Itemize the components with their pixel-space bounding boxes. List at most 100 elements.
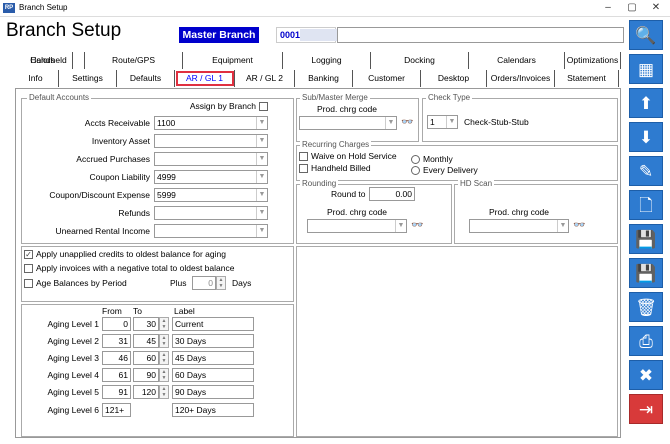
aging-from-input[interactable]: 61 bbox=[102, 368, 131, 382]
handheld-billed-checkbox[interactable] bbox=[299, 164, 308, 173]
tab-calendars[interactable]: Calendars bbox=[469, 52, 565, 69]
title-bar: RP Branch Setup – ▢ ✕ bbox=[0, 0, 670, 17]
tab-desktop[interactable]: Desktop bbox=[421, 70, 487, 87]
tab-orders-invoices[interactable]: Orders/Invoices bbox=[487, 70, 555, 87]
branch-name-field[interactable] bbox=[337, 27, 624, 43]
save-new-button[interactable]: 💾 bbox=[629, 224, 663, 254]
account-select[interactable]: 4999 ▼ bbox=[154, 170, 268, 184]
account-select[interactable]: 5999 ▼ bbox=[154, 188, 268, 202]
binoculars-icon[interactable]: 👓 bbox=[411, 219, 423, 233]
aging-to-spinner[interactable]: ▲ ▼ bbox=[159, 385, 169, 399]
arrow-down-button[interactable]: ⬇ bbox=[629, 122, 663, 152]
rounding-prod-select[interactable]: ▼ bbox=[307, 219, 407, 233]
aging-to-spinner[interactable]: ▲ ▼ bbox=[159, 317, 169, 331]
tab-ar-gl-1[interactable]: AR / GL 1 bbox=[175, 70, 235, 87]
arrow-up-button[interactable]: ⬆ bbox=[629, 88, 663, 118]
tab-colors[interactable]: Colors bbox=[13, 52, 73, 69]
plus-input[interactable]: 0 bbox=[192, 276, 216, 290]
tab-optimizations[interactable]: Optimizations bbox=[565, 52, 621, 69]
dropdown-arrow-icon[interactable]: ▼ bbox=[256, 189, 267, 201]
plus-spinner[interactable]: ▲ ▼ bbox=[216, 276, 226, 290]
account-select[interactable]: ▼ bbox=[154, 152, 268, 166]
tab-route-gps[interactable]: Route/GPS bbox=[85, 52, 183, 69]
dropdown-arrow-icon[interactable]: ▼ bbox=[256, 153, 267, 165]
pencil-icon: ✎ bbox=[638, 162, 654, 181]
aging-to-input[interactable]: 90 bbox=[133, 368, 159, 382]
window-title: Branch Setup bbox=[19, 3, 68, 12]
minimize-button[interactable]: – bbox=[596, 1, 620, 15]
hd-scan-prod-select[interactable]: ▼ bbox=[469, 219, 569, 233]
aging-to-input[interactable]: 30 bbox=[133, 317, 159, 331]
aging-from-input[interactable]: 46 bbox=[102, 351, 131, 365]
aging-to-spinner[interactable]: ▲ ▼ bbox=[159, 368, 169, 382]
account-select[interactable]: 1100 ▼ bbox=[154, 116, 268, 130]
assign-by-branch-checkbox[interactable] bbox=[259, 102, 268, 111]
aging-from-input[interactable]: 91 bbox=[102, 385, 131, 399]
save-button[interactable]: 💾 bbox=[629, 258, 663, 288]
binoculars-icon[interactable]: 👓 bbox=[401, 116, 413, 130]
delete-button[interactable]: 🗑 bbox=[629, 292, 663, 322]
tab-customer[interactable]: Customer bbox=[353, 70, 421, 87]
dropdown-arrow-icon[interactable]: ▼ bbox=[256, 171, 267, 183]
pencil-button[interactable]: ✎ bbox=[629, 156, 663, 186]
tab-settings[interactable]: Settings bbox=[59, 70, 117, 87]
aging-label-input[interactable]: 45 Days bbox=[172, 351, 254, 365]
aging-level-6-text[interactable]: 120+ Days bbox=[172, 403, 254, 417]
aging-level-label: Aging Level 1 bbox=[47, 319, 99, 329]
tab-row-2: Info Settings Defaults AR / GL 1 AR / GL 2 Ba… bbox=[13, 70, 620, 87]
aging-label-input[interactable]: 90 Days bbox=[172, 385, 254, 399]
account-select[interactable]: ▼ bbox=[154, 224, 268, 238]
default-accounts-frame: Default Accounts Assign by Branch Accts … bbox=[21, 93, 294, 244]
close-button[interactable]: ✕ bbox=[644, 1, 668, 15]
account-label: Refunds bbox=[118, 208, 150, 218]
aging-to-spinner[interactable]: ▲ ▼ bbox=[159, 334, 169, 348]
waive-checkbox[interactable] bbox=[299, 152, 308, 161]
aging-level-6-from[interactable]: 121+ bbox=[102, 403, 131, 417]
aging-from-input[interactable]: 31 bbox=[102, 334, 131, 348]
negative-total-checkbox[interactable] bbox=[24, 264, 33, 273]
tab-info[interactable]: Info bbox=[13, 70, 59, 87]
tab-equipment[interactable]: Equipment bbox=[183, 52, 283, 69]
aging-label-input[interactable]: 60 Days bbox=[172, 368, 254, 382]
dropdown-arrow-icon[interactable]: ▼ bbox=[256, 207, 267, 219]
maximize-button[interactable]: ▢ bbox=[620, 1, 644, 15]
tab-docking[interactable]: Docking bbox=[371, 52, 469, 69]
tab-ar-gl-2[interactable]: AR / GL 2 bbox=[235, 70, 295, 87]
aging-to-input[interactable]: 60 bbox=[133, 351, 159, 365]
every-delivery-radio[interactable] bbox=[411, 166, 420, 175]
search-button[interactable]: 🔍 bbox=[629, 20, 663, 50]
sub-master-prod-label: Prod. chrg code bbox=[317, 104, 378, 114]
account-value: 1100 bbox=[157, 118, 176, 128]
sub-master-prod-select[interactable]: ▼ bbox=[299, 116, 397, 130]
account-select[interactable]: ▼ bbox=[154, 134, 268, 148]
aging-to-input[interactable]: 45 bbox=[133, 334, 159, 348]
branch-setup-window: RP Branch Setup – ▢ ✕ Branch Setup Maste… bbox=[0, 0, 670, 444]
grid-button[interactable]: ▦ bbox=[629, 54, 663, 84]
hd-scan-legend: HD Scan bbox=[458, 179, 495, 188]
aging-to-spinner[interactable]: ▲ ▼ bbox=[159, 351, 169, 365]
tab-logging[interactable]: Logging bbox=[283, 52, 371, 69]
dropdown-arrow-icon[interactable]: ▼ bbox=[256, 117, 267, 129]
tab-defaults[interactable]: Defaults bbox=[117, 70, 175, 87]
dropdown-arrow-icon[interactable]: ▼ bbox=[256, 225, 267, 237]
unapplied-credits-checkbox[interactable]: ✓ bbox=[24, 250, 33, 259]
aging-label-input[interactable]: Current bbox=[172, 317, 254, 331]
aging-from-input[interactable]: 0 bbox=[102, 317, 131, 331]
age-by-period-checkbox[interactable] bbox=[24, 279, 33, 288]
round-to-input[interactable]: 0.00 bbox=[369, 187, 415, 201]
aging-label-input[interactable]: 30 Days bbox=[172, 334, 254, 348]
dropdown-arrow-icon[interactable]: ▼ bbox=[256, 135, 267, 147]
tab-banking[interactable]: Banking bbox=[295, 70, 353, 87]
account-label: Accrued Purchases bbox=[76, 154, 150, 164]
account-select[interactable]: ▼ bbox=[154, 206, 268, 220]
print-button[interactable]: ⎙ bbox=[629, 326, 663, 356]
cancel-button[interactable]: ✖ bbox=[629, 360, 663, 390]
exit-button[interactable]: ⇥ bbox=[629, 394, 663, 424]
aging-to-input[interactable]: 120 bbox=[133, 385, 159, 399]
new-document-button[interactable]: 🗋 bbox=[629, 190, 663, 220]
binoculars-icon[interactable]: 👓 bbox=[573, 219, 585, 233]
sub-master-merge-legend: Sub/Master Merge bbox=[300, 93, 370, 102]
tab-statement[interactable]: Statement bbox=[555, 70, 619, 87]
check-type-select[interactable]: 1 ▼ bbox=[427, 115, 458, 129]
monthly-radio[interactable] bbox=[411, 155, 420, 164]
